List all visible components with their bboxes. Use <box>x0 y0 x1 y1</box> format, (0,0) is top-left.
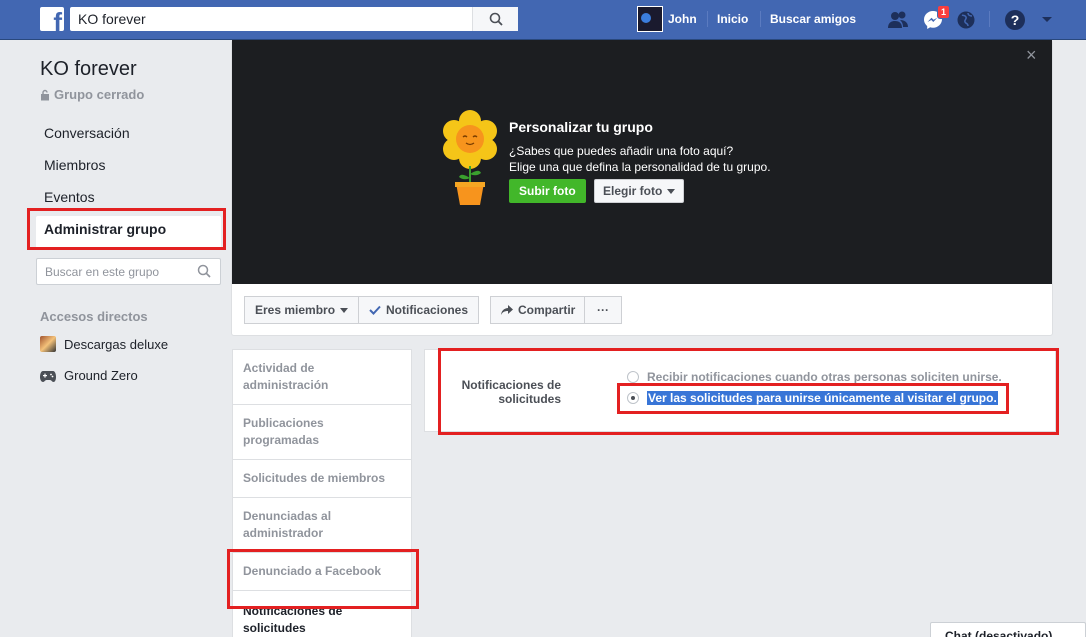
choose-photo-button[interactable]: Elegir foto <box>594 179 685 203</box>
checkmark-icon <box>369 305 381 315</box>
shortcut-label: Descargas deluxe <box>64 336 169 352</box>
group-search-input[interactable] <box>37 259 187 284</box>
member-status-label: Eres miembro <box>255 303 336 317</box>
top-navigation-bar: f John Inicio Buscar amigos 1 ? <box>0 0 1086 40</box>
notifications-button[interactable]: Notificaciones <box>358 296 480 324</box>
admin-nav-item-reported-to-admins[interactable]: Denunciadas al administrador <box>233 498 411 553</box>
shortcut-thumbnail <box>40 336 56 352</box>
flower-illustration-icon <box>443 110 497 205</box>
search-icon <box>489 12 503 26</box>
cover-description-line: Elige una que defina la personalidad de … <box>509 160 771 174</box>
share-button[interactable]: Compartir <box>490 296 587 324</box>
group-title[interactable]: KO forever <box>40 58 137 81</box>
svg-text:?: ? <box>1011 12 1020 28</box>
share-arrow-icon <box>501 305 513 315</box>
home-link[interactable]: Inicio <box>717 12 748 26</box>
gamepad-icon <box>40 370 56 382</box>
highlight-request-notifications <box>227 549 419 609</box>
group-privacy: Grupo cerrado <box>40 87 144 102</box>
left-nav-conversation[interactable]: Conversación <box>36 120 221 152</box>
shortcut-label: Ground Zero <box>64 368 138 383</box>
nav-divider <box>989 11 990 27</box>
notifications-label: Notificaciones <box>386 303 469 317</box>
global-search-input[interactable] <box>70 7 465 31</box>
more-options-button[interactable]: ··· <box>584 296 622 324</box>
admin-nav-item-scheduled-posts[interactable]: Publicaciones programadas <box>233 405 411 460</box>
nav-divider <box>707 11 708 27</box>
admin-nav-item-admin-activity[interactable]: Actividad de administración <box>233 350 411 405</box>
cover-heading: Personalizar tu grupo <box>509 119 653 135</box>
profile-link[interactable]: John <box>637 6 697 32</box>
search-icon[interactable] <box>197 264 211 278</box>
close-icon[interactable]: × <box>1026 46 1037 64</box>
lock-icon <box>41 89 49 100</box>
chat-bar[interactable]: Chat (desactivado) <box>930 622 1086 637</box>
group-privacy-label: Grupo cerrado <box>54 87 145 102</box>
share-label: Compartir <box>518 303 576 317</box>
chevron-down-icon <box>340 307 349 313</box>
member-status-button[interactable]: Eres miembro <box>244 296 360 324</box>
nav-divider <box>760 11 761 27</box>
shortcut-item[interactable]: Descargas deluxe <box>40 336 168 352</box>
account-menu-chevron-down-icon[interactable] <box>1036 9 1058 31</box>
more-options-icon: ··· <box>597 303 609 317</box>
admin-nav-item-member-requests[interactable]: Solicitudes de miembros <box>233 460 411 498</box>
chevron-down-icon <box>667 188 676 194</box>
messages-badge: 1 <box>937 5 951 19</box>
find-friends-link[interactable]: Buscar amigos <box>770 12 856 26</box>
upload-photo-button[interactable]: Subir foto <box>509 179 586 203</box>
facebook-logo-icon[interactable]: f <box>40 7 64 31</box>
globe-notifications-icon[interactable] <box>955 9 977 31</box>
global-search <box>70 7 518 31</box>
search-button[interactable] <box>472 7 518 31</box>
help-icon[interactable]: ? <box>1004 9 1026 31</box>
left-nav-members[interactable]: Miembros <box>36 152 221 184</box>
shortcuts-title: Accesos directos <box>40 309 148 324</box>
profile-name: John <box>668 12 697 26</box>
highlight-settings-panel <box>438 348 1059 435</box>
choose-photo-label: Elegir foto <box>603 184 663 198</box>
highlight-manage-group <box>27 208 226 250</box>
friend-requests-icon[interactable] <box>887 9 909 31</box>
group-search <box>36 258 221 285</box>
cover-description: ¿Sabes que puedes añadir una foto aquí? … <box>509 143 771 175</box>
avatar <box>637 6 663 32</box>
cover-description-line: ¿Sabes que puedes añadir una foto aquí? <box>509 144 734 158</box>
shortcut-item[interactable]: Ground Zero <box>40 368 138 383</box>
